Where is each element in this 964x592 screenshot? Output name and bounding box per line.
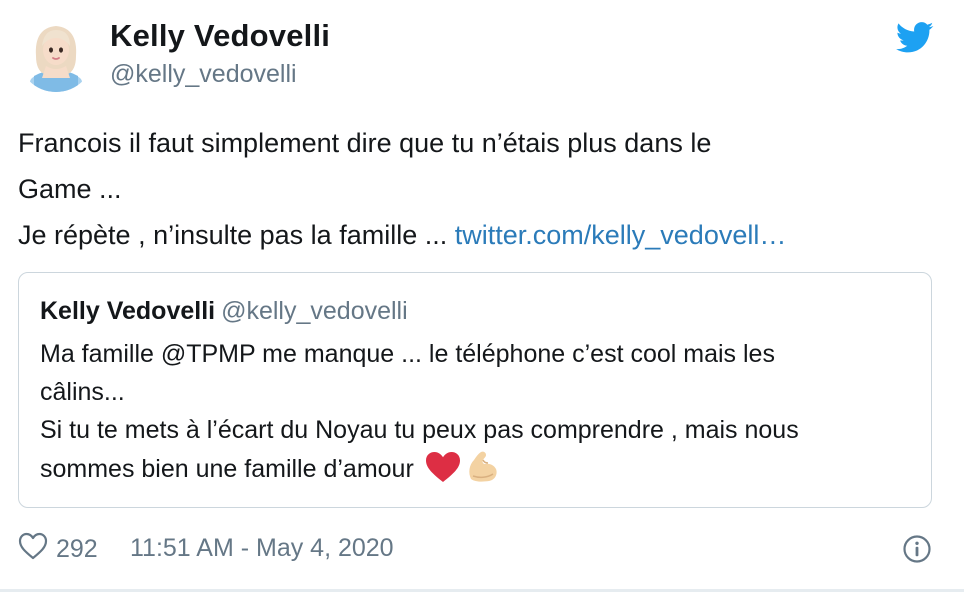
author-display-name[interactable]: Kelly Vedovelli bbox=[110, 18, 330, 54]
tweet-line-3: Je répète , n’insulte pas la famille ...… bbox=[18, 212, 948, 258]
quoted-line-4: sommes bien une famille d’amour bbox=[40, 449, 920, 494]
like-button[interactable]: 292 bbox=[18, 532, 98, 567]
quoted-line-1: Ma famille @TPMP me manque ... le téléph… bbox=[40, 340, 775, 368]
quoted-display-name: Kelly Vedovelli bbox=[40, 297, 216, 325]
quoted-tweet-header: Kelly Vedovelli @kelly_vedovelli bbox=[40, 297, 408, 326]
tweet-body: Francois il faut simplement dire que tu … bbox=[18, 120, 948, 258]
quoted-line-2: câlins... bbox=[40, 378, 125, 406]
tweet-timestamp[interactable]: 11:51 AM - May 4, 2020 bbox=[130, 534, 394, 563]
quoted-handle: @kelly_vedovelli bbox=[221, 297, 408, 325]
quoted-tweet-body: Ma famille @TPMP me manque ... le téléph… bbox=[40, 335, 920, 494]
heart-outline-icon bbox=[18, 532, 48, 567]
like-count: 292 bbox=[56, 535, 98, 563]
cartoon-avatar-icon bbox=[18, 16, 94, 92]
author-handle[interactable]: @kelly_vedovelli bbox=[110, 60, 297, 89]
tweet-line-1: Francois il faut simplement dire que tu … bbox=[18, 128, 712, 158]
red-heart-icon bbox=[425, 451, 461, 494]
tweet-link[interactable]: twitter.com/kelly_vedovell… bbox=[455, 220, 787, 250]
quoted-tweet[interactable]: Kelly Vedovelli @kelly_vedovelli Ma famil… bbox=[18, 272, 932, 508]
tweet-line-2: Game ... bbox=[18, 174, 122, 204]
quoted-line-4-text: sommes bien une famille d’amour bbox=[40, 455, 421, 483]
quoted-line-3: Si tu te mets à l’écart du Noyau tu peux… bbox=[40, 416, 799, 444]
tweet-card: Kelly Vedovelli @kelly_vedovelli Francoi… bbox=[0, 0, 964, 592]
avatar[interactable] bbox=[18, 16, 94, 92]
twitter-bird-icon[interactable] bbox=[895, 22, 934, 54]
flexed-biceps-icon bbox=[465, 449, 499, 494]
info-icon[interactable] bbox=[902, 534, 932, 564]
tweet-line-3-text: Je répète , n’insulte pas la famille ... bbox=[18, 220, 455, 250]
tweet-footer: 292 11:51 AM - May 4, 2020 bbox=[18, 532, 948, 566]
